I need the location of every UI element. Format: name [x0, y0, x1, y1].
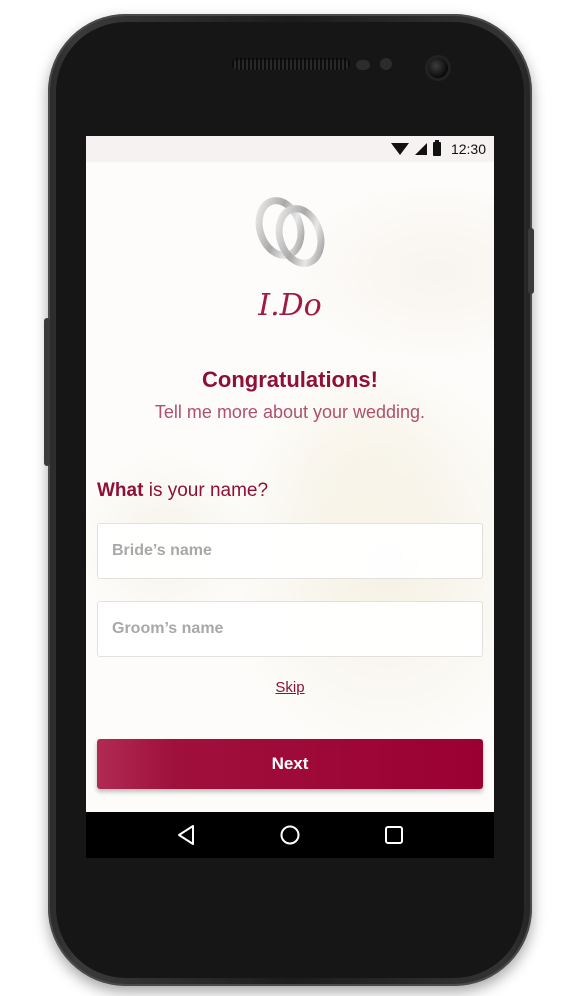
- groom-name-field[interactable]: [97, 601, 483, 657]
- recents-button[interactable]: [379, 820, 409, 850]
- signal-icon: [414, 143, 427, 155]
- phone-screen: 12:30 I.Do Congratulations! Tell me more…: [86, 136, 494, 858]
- android-nav-bar: [86, 812, 494, 858]
- volume-button: [44, 318, 50, 466]
- next-button[interactable]: Next: [97, 739, 483, 789]
- page-subtitle: Tell me more about your wedding.: [154, 402, 426, 422]
- bride-name-field[interactable]: [97, 523, 483, 579]
- question-bold: What: [97, 480, 144, 501]
- recents-icon: [385, 826, 403, 844]
- bride-name-input[interactable]: [110, 541, 470, 561]
- battery-icon: [432, 140, 441, 156]
- home-icon: [280, 825, 300, 845]
- name-question: What is your name?: [97, 480, 268, 502]
- question-rest: is your name?: [143, 480, 269, 501]
- back-icon: [178, 825, 194, 845]
- back-button[interactable]: [171, 820, 201, 850]
- page-title: Congratulations!: [202, 367, 378, 392]
- app-logo-text: I.Do: [258, 288, 322, 323]
- onboarding-screen: I.Do Congratulations! Tell me more about…: [86, 162, 494, 812]
- skip-link[interactable]: Skip: [86, 679, 494, 696]
- light-sensor: [380, 58, 392, 70]
- wedding-rings-icon: [255, 197, 325, 267]
- proximity-sensor: [356, 60, 370, 70]
- wifi-icon: [390, 143, 409, 155]
- front-camera: [428, 58, 448, 78]
- status-time: 12:30: [450, 141, 486, 157]
- earpiece-speaker: [232, 58, 350, 70]
- power-button: [528, 228, 534, 294]
- home-button[interactable]: [275, 820, 305, 850]
- groom-name-input[interactable]: [110, 619, 470, 639]
- status-bar: 12:30: [86, 136, 494, 162]
